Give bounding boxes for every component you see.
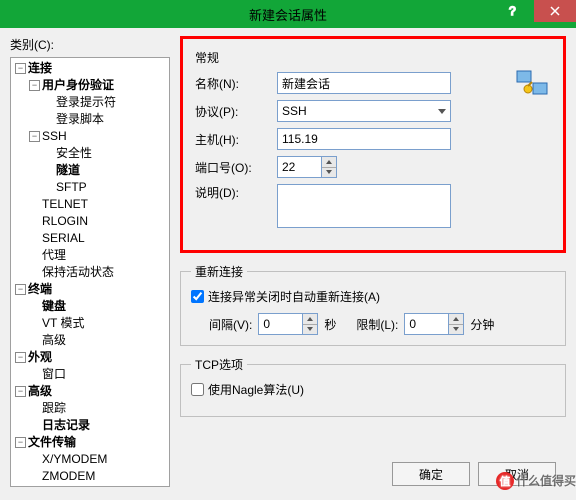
host-input[interactable] (277, 128, 451, 150)
tree-connection[interactable]: 连接 (28, 60, 52, 77)
tree-terminal-adv[interactable]: 高级 (42, 332, 66, 349)
tree-toggle[interactable]: − (29, 80, 40, 91)
limit-unit: 分钟 (470, 316, 494, 333)
reconnect-heading: 重新连接 (191, 263, 247, 280)
tree-advanced[interactable]: 高级 (28, 383, 52, 400)
interval-label: 间隔(V): (209, 316, 252, 333)
auto-reconnect-checkbox[interactable] (191, 290, 204, 303)
tree-telnet[interactable]: TELNET (42, 196, 88, 213)
tree-security[interactable]: 安全性 (56, 145, 92, 162)
tree-login-script[interactable]: 登录脚本 (56, 111, 104, 128)
reconnect-group: 重新连接 连接异常关闭时自动重新连接(A) 间隔(V): 秒 限制(L): 分钟 (180, 263, 566, 346)
titlebar: 新建会话属性 ? (0, 0, 576, 28)
name-input[interactable] (277, 72, 451, 94)
tree-tunnel[interactable]: 隧道 (56, 162, 80, 179)
tree-auth[interactable]: 用户身份验证 (42, 77, 114, 94)
window-title: 新建会话属性 (0, 5, 576, 24)
tree-sftp[interactable]: SFTP (56, 179, 87, 196)
auto-reconnect-label: 连接异常关闭时自动重新连接(A) (208, 288, 380, 305)
desc-textarea[interactable] (277, 184, 451, 228)
limit-spinner[interactable] (404, 313, 464, 335)
host-label: 主机(H): (195, 131, 277, 148)
nagle-label: 使用Nagle算法(U) (208, 381, 304, 398)
close-button[interactable] (534, 0, 576, 22)
tree-terminal[interactable]: 终端 (28, 281, 52, 298)
name-label: 名称(N): (195, 75, 277, 92)
tree-window[interactable]: 窗口 (42, 366, 66, 383)
desc-label: 说明(D): (195, 184, 277, 201)
nagle-checkbox[interactable] (191, 383, 204, 396)
interval-spinner[interactable] (258, 313, 318, 335)
tcp-heading: TCP选项 (191, 356, 247, 373)
protocol-select[interactable]: SSH (277, 100, 451, 122)
port-label: 端口号(O): (195, 159, 277, 176)
tree-keyboard[interactable]: 键盘 (42, 298, 66, 315)
tree-xymodem[interactable]: X/YMODEM (42, 451, 107, 468)
category-tree[interactable]: −连接 −用户身份验证 登录提示符 登录脚本 −SSH 安全性 隧道 (10, 57, 170, 487)
ok-button[interactable]: 确定 (392, 462, 470, 486)
tcp-group: TCP选项 使用Nagle算法(U) (180, 356, 566, 417)
tree-toggle[interactable]: − (29, 131, 40, 142)
tree-toggle[interactable]: − (15, 352, 26, 363)
chevron-down-icon (438, 109, 446, 114)
cancel-button[interactable]: 取消 (478, 462, 556, 486)
limit-label: 限制(L): (356, 316, 398, 333)
network-icon (515, 69, 549, 102)
tree-toggle[interactable]: − (15, 437, 26, 448)
tree-zmodem[interactable]: ZMODEM (42, 468, 95, 485)
tree-filetransfer[interactable]: 文件传输 (28, 434, 76, 451)
tree-toggle[interactable]: − (15, 386, 26, 397)
tree-login-prompt[interactable]: 登录提示符 (56, 94, 116, 111)
general-group: 常规 名称(N): 协议(P): SSH 主机(H): 端口号(O): (180, 36, 566, 253)
interval-unit: 秒 (324, 316, 336, 333)
port-spinner[interactable] (277, 156, 337, 178)
tree-vtmode[interactable]: VT 模式 (42, 315, 84, 332)
tree-rlogin[interactable]: RLOGIN (42, 213, 88, 230)
svg-text:?: ? (509, 5, 516, 17)
protocol-label: 协议(P): (195, 103, 277, 120)
tree-log[interactable]: 日志记录 (42, 417, 90, 434)
spin-down[interactable] (322, 168, 336, 178)
category-label: 类别(C): (10, 36, 170, 53)
tree-toggle[interactable]: − (15, 284, 26, 295)
tree-trace[interactable]: 跟踪 (42, 400, 66, 417)
tree-ssh[interactable]: SSH (42, 128, 67, 145)
tree-appearance[interactable]: 外观 (28, 349, 52, 366)
tree-keepalive[interactable]: 保持活动状态 (42, 264, 114, 281)
tree-serial[interactable]: SERIAL (42, 230, 85, 247)
tree-toggle[interactable]: − (15, 63, 26, 74)
general-heading: 常规 (195, 49, 551, 66)
spin-up[interactable] (322, 157, 336, 168)
tree-proxy[interactable]: 代理 (42, 247, 66, 264)
help-button[interactable]: ? (492, 0, 534, 22)
